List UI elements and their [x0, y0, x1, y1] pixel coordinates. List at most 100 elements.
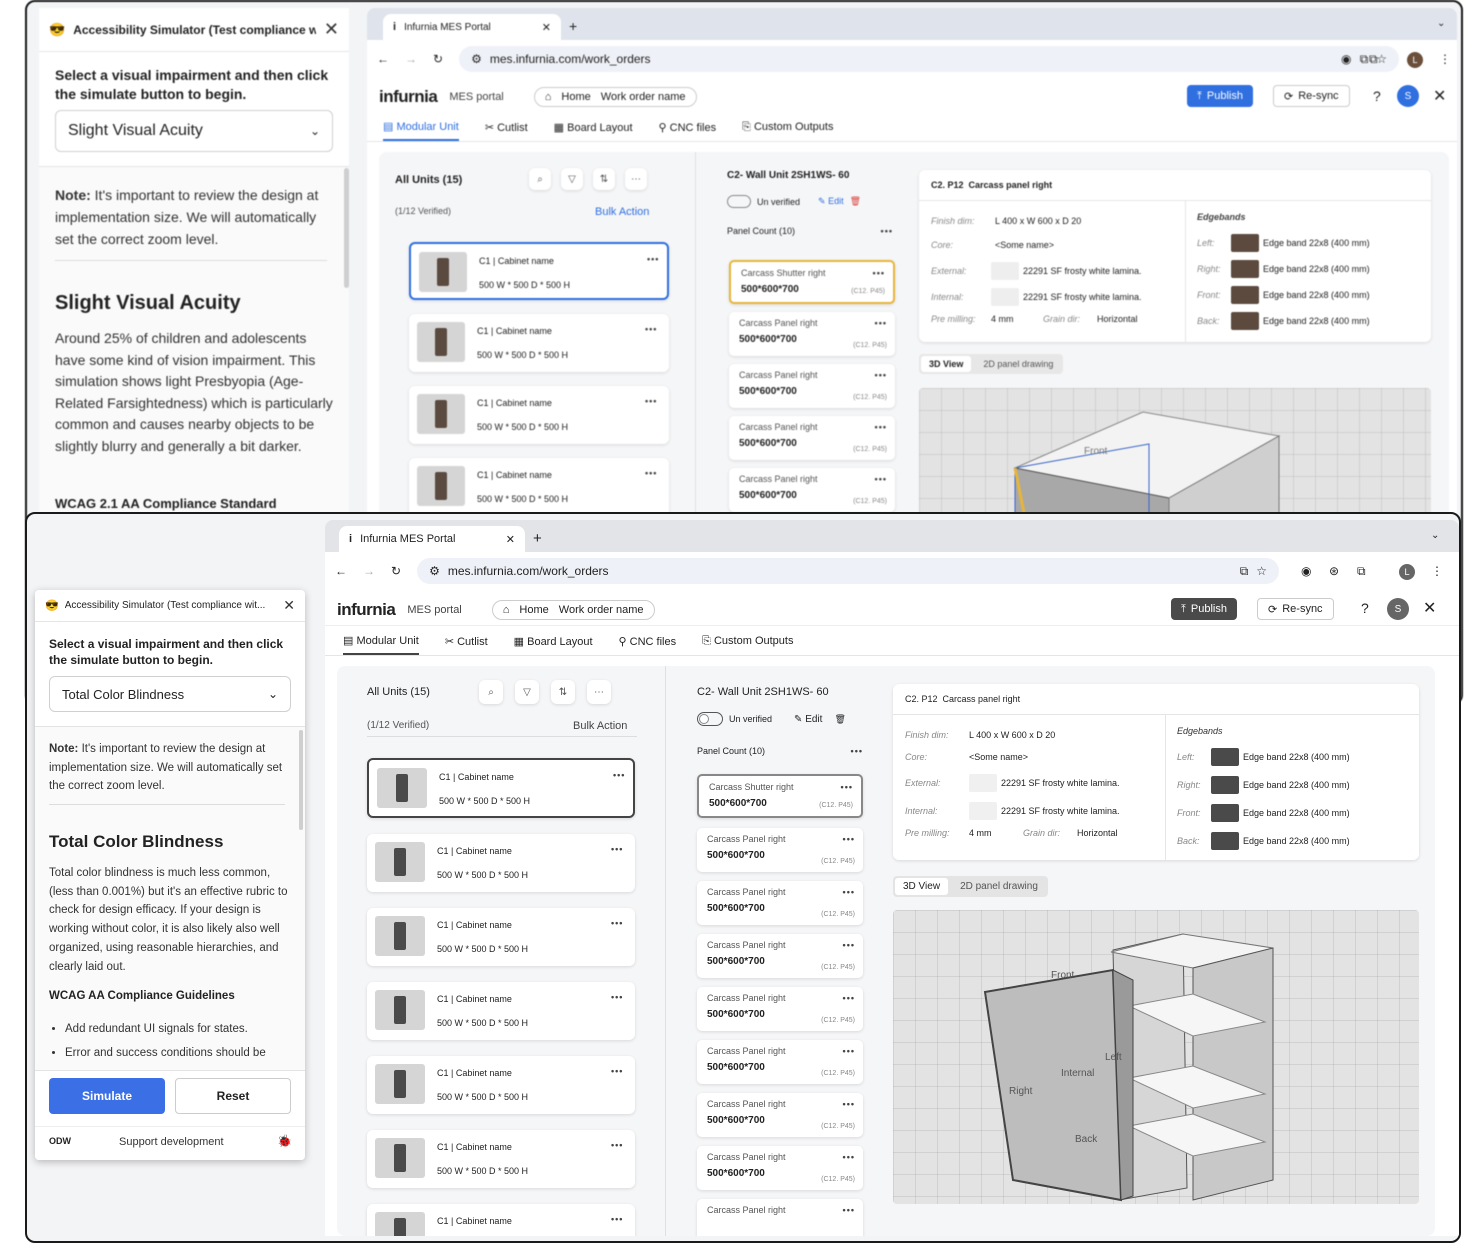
tab-board-layout[interactable]: ▦ Board Layout [554, 121, 633, 134]
breadcrumb-home[interactable]: Home [561, 91, 590, 103]
unit-card[interactable]: C1 | Cabinet name 500 W * 500 D * 500 H … [367, 758, 635, 818]
simulate-button[interactable]: Simulate [49, 1078, 165, 1114]
camera-icon[interactable]: ◉ [1301, 564, 1311, 578]
unit-menu-icon[interactable]: ••• [611, 844, 623, 854]
edit-button[interactable]: ✎ Edit [794, 714, 822, 725]
extension-icon[interactable]: ⧉ [1357, 564, 1366, 579]
publish-button[interactable]: ⤒ Publish [1171, 598, 1237, 620]
unit-menu-icon[interactable]: ••• [611, 918, 623, 928]
more-icon[interactable]: ⋮ [1431, 564, 1443, 578]
forward-icon[interactable]: → [363, 564, 375, 578]
tab-close-icon[interactable]: ✕ [542, 21, 551, 34]
user-avatar[interactable]: S [1397, 85, 1419, 107]
panel-card[interactable]: Carcass Panel right ••• 500*600*700 (C12. P… [729, 468, 895, 512]
3d-viewport[interactable]: Front Left Internal Right Back [893, 910, 1419, 1204]
scrollbar[interactable] [299, 730, 303, 830]
tab-cnc-files[interactable]: ⚲ CNC files [619, 635, 677, 648]
unit-menu-icon[interactable]: ••• [647, 254, 659, 264]
unit-menu-icon[interactable]: ••• [645, 324, 657, 334]
delete-icon[interactable]: 🗑 [850, 196, 861, 207]
panel-menu-icon[interactable]: ••• [851, 746, 863, 756]
panel-item-menu-icon[interactable]: ••• [875, 318, 887, 328]
panel-card[interactable]: Carcass Panel right ••• 500*600*700 (C12. P… [697, 828, 863, 872]
back-icon[interactable]: ← [335, 564, 347, 578]
panel-item-menu-icon[interactable]: ••• [875, 474, 887, 484]
reset-button[interactable]: Reset [175, 1078, 291, 1114]
tab-board-layout[interactable]: ▦ Board Layout [514, 635, 593, 648]
panel-item-menu-icon[interactable]: ••• [873, 268, 885, 278]
address-bar[interactable]: ⚙ mes.infurnia.com/work_orders ⧉ ☆ [417, 558, 1280, 584]
close-icon[interactable]: ✕ [324, 19, 339, 40]
panel-item-menu-icon[interactable]: ••• [843, 940, 855, 950]
panel-item-menu-icon[interactable]: ••• [875, 370, 887, 380]
profile-avatar[interactable]: L [1407, 52, 1423, 68]
tab-3d-view[interactable]: 3D View [895, 878, 949, 895]
panel-item-menu-icon[interactable]: ••• [843, 993, 855, 1003]
tab-modular-unit[interactable]: ▤ Modular Unit [383, 114, 459, 141]
resync-button[interactable]: ⟳ Re-sync [1273, 85, 1350, 107]
unit-card[interactable]: C1 | Cabinet name 500 W * 500 D * 500 H … [367, 908, 635, 966]
unit-card[interactable]: C1 | Cabinet name 500 W * 500 D * 500 H … [367, 1056, 635, 1114]
forward-icon[interactable]: → [405, 52, 417, 66]
unit-menu-icon[interactable]: ••• [611, 1066, 623, 1076]
tab-2d-drawing[interactable]: 2D panel drawing [975, 356, 1061, 372]
breadcrumb-work-order[interactable]: Work order name [601, 91, 686, 103]
panel-item-menu-icon[interactable]: ••• [843, 1099, 855, 1109]
unit-card[interactable]: C1 | Cabinet name 500 W * 500 D * 500 H … [409, 386, 669, 444]
filter-icon[interactable]: ▽ [515, 680, 539, 704]
tab-cutlist[interactable]: ✂ Cutlist [445, 635, 488, 648]
panel-card[interactable]: Carcass Panel right ••• 500*600*700 (C12. P… [697, 934, 863, 978]
new-tab-icon[interactable]: + [533, 530, 542, 547]
tab-close-icon[interactable]: ✕ [506, 533, 515, 546]
unit-card[interactable]: C1 | Cabinet name 500 W * 500 D * 500 H … [367, 1130, 635, 1188]
unit-card[interactable]: C1 | Cabinet name 500 W * 500 D * 500 H … [367, 982, 635, 1040]
bug-icon[interactable]: 🐞 [277, 1134, 292, 1148]
panel-card[interactable]: Carcass Panel right ••• 500*600*700 (C12. P… [697, 987, 863, 1031]
unit-menu-icon[interactable]: ••• [613, 770, 625, 780]
browser-tab[interactable]: i Infurnia MES Portal ✕ [383, 14, 561, 40]
unit-card[interactable]: C1 | Cabinet name 500 W * 500 D * 500 H … [409, 314, 669, 372]
panel-card[interactable]: Carcass Panel right ••• 500*600*700 (C12. P… [697, 1093, 863, 1137]
more-options-icon[interactable]: ⋯ [587, 680, 611, 704]
support-link[interactable]: Support development [119, 1136, 224, 1148]
panel-item-menu-icon[interactable]: ••• [843, 1046, 855, 1056]
browser-tab[interactable]: i Infurnia MES Portal ✕ [339, 526, 525, 552]
panel-card[interactable]: Carcass Panel right ••• 500*600*700 (C12. P… [729, 312, 895, 356]
tab-custom-outputs[interactable]: ⎘ Custom Outputs [742, 121, 833, 134]
chatgpt-icon[interactable]: ⊛ [1329, 564, 1339, 578]
panel-item-menu-icon[interactable]: ••• [843, 1205, 855, 1215]
panel-card[interactable]: Carcass Shutter right ••• 500*600*700 (C12.… [729, 260, 895, 304]
panel-card[interactable]: Carcass Panel right ••• 500*600*700 (C12. P… [729, 416, 895, 460]
tab-cnc-files[interactable]: ⚲ CNC files [659, 121, 717, 134]
tab-modular-unit[interactable]: ▤ Modular Unit [343, 628, 419, 655]
search-icon[interactable]: ⌕ [529, 168, 551, 190]
impairment-select[interactable]: Total Color Blindness ⌄ [49, 676, 291, 712]
panel-card[interactable]: Carcass Panel right ••• 500*600*700 (C12. P… [697, 881, 863, 925]
unit-menu-icon[interactable]: ••• [611, 1140, 623, 1150]
panel-card[interactable]: Carcass Panel right ••• 500*600*700 (C12. P… [697, 1146, 863, 1190]
unit-menu-icon[interactable]: ••• [645, 468, 657, 478]
panel-item-menu-icon[interactable]: ••• [843, 887, 855, 897]
sort-icon[interactable]: ⇅ [593, 168, 615, 190]
user-avatar[interactable]: S [1387, 598, 1409, 620]
tab-3d-view[interactable]: 3D View [921, 356, 972, 372]
tab-cutlist[interactable]: ✂ Cutlist [485, 121, 528, 134]
panel-item-menu-icon[interactable]: ••• [843, 834, 855, 844]
install-icon[interactable]: ⧉ [1360, 52, 1369, 67]
unit-card[interactable]: C1 | Cabinet name ••• [367, 1204, 635, 1236]
panel-card[interactable]: Carcass Panel right ••• [697, 1199, 863, 1236]
bulk-action-link[interactable]: Bulk Action [595, 206, 649, 218]
publish-button[interactable]: ⤒ Publish [1187, 85, 1253, 107]
help-icon[interactable]: ? [1373, 88, 1381, 104]
panel-item-menu-icon[interactable]: ••• [875, 422, 887, 432]
bulk-action-link[interactable]: Bulk Action [573, 720, 627, 732]
camera-icon[interactable]: ◉ [1341, 52, 1351, 66]
close-app-icon[interactable]: ✕ [1423, 598, 1436, 618]
delete-icon[interactable]: 🗑 [834, 714, 845, 725]
back-icon[interactable]: ← [377, 52, 389, 66]
panel-card[interactable]: Carcass Panel right ••• 500*600*700 (C12. P… [697, 1040, 863, 1084]
unit-card[interactable]: C1 | Cabinet name 500 W * 500 D * 500 H … [409, 458, 669, 516]
address-bar[interactable]: ⚙ mes.infurnia.com/work_orders ⧉ ☆ [459, 46, 1400, 72]
unit-menu-icon[interactable]: ••• [611, 1214, 623, 1224]
more-icon[interactable]: ⋮ [1439, 52, 1451, 66]
